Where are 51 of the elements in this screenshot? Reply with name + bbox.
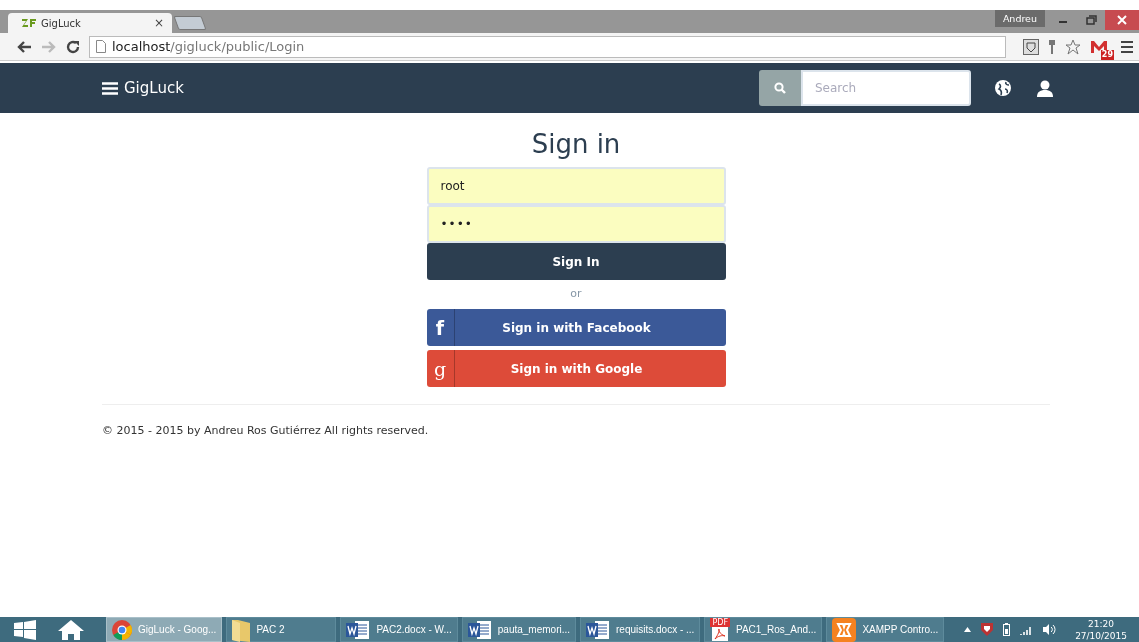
shield-icon[interactable] — [981, 623, 994, 636]
file-type-label: PDF — [710, 618, 730, 627]
document-icon — [467, 619, 492, 640]
google-sign-in-button[interactable]: g Sign in with Google — [426, 350, 726, 387]
signal-icon[interactable] — [1020, 624, 1034, 635]
taskbar-app-button[interactable]: requisits.docx - ... — [580, 617, 701, 642]
document-icon — [712, 627, 729, 641]
taskbar-app-button[interactable]: PAC2.docx - W... — [340, 617, 458, 642]
volume-icon[interactable] — [1043, 624, 1058, 635]
clock-time[interactable]: 21:20 — [1088, 617, 1115, 630]
password-field[interactable]: •••• — [426, 205, 726, 243]
reload-icon[interactable] — [66, 39, 80, 54]
shield-icon[interactable] — [1023, 38, 1039, 55]
search-icon — [774, 82, 786, 94]
address-bar[interactable]: localhost/gigluck/public/Login — [89, 35, 1006, 58]
browser-icon — [112, 619, 132, 640]
copyright-text: © 2015 - 2015 by Andreu Ros Gutiérrez All rights reserved. — [102, 404, 1050, 437]
page-title: Sign in — [531, 129, 621, 159]
close-tab-button[interactable]: × — [153, 17, 164, 29]
logo-icon — [22, 19, 36, 27]
document-icon — [346, 619, 371, 640]
taskbar-app-button[interactable]: PAC 2 — [226, 617, 337, 642]
document-icon — [586, 619, 611, 640]
tab-title: GigLuck — [41, 17, 81, 29]
key-icon[interactable] — [1048, 38, 1056, 55]
facebook-sign-in-button[interactable]: f Sign in with Facebook — [426, 309, 726, 346]
home-icon[interactable] — [58, 619, 84, 640]
new-tab-button[interactable] — [173, 16, 207, 30]
star-icon[interactable] — [1065, 38, 1081, 55]
battery-icon[interactable] — [1003, 623, 1011, 636]
close-icon[interactable] — [1105, 10, 1139, 30]
search-field[interactable]: Search — [801, 70, 971, 106]
user-icon[interactable] — [1037, 79, 1053, 97]
taskbar-app-button[interactable]: pauta_memori... — [461, 617, 577, 642]
page-icon — [96, 40, 106, 53]
browser-tab[interactable]: GigLuck × — [8, 13, 172, 33]
brand-link[interactable]: GigLuck — [102, 79, 184, 97]
taskbar-app-button[interactable]: XAMPP Contro... — [826, 617, 945, 642]
tray-arrow-icon[interactable] — [964, 627, 972, 632]
clock-date[interactable]: 27/10/2015 — [1075, 629, 1127, 642]
globe-icon[interactable] — [995, 80, 1011, 96]
separator-text: or — [569, 286, 583, 302]
profile-name[interactable]: Andreu — [994, 10, 1045, 27]
back-icon[interactable] — [16, 39, 32, 54]
windows-icon[interactable] — [14, 619, 36, 640]
username-field[interactable]: root — [426, 167, 726, 205]
menu-icon — [102, 81, 118, 95]
sign-in-button[interactable]: Sign In — [426, 243, 726, 280]
menu-icon[interactable] — [1121, 40, 1133, 53]
taskbar-app-button[interactable]: PDF PAC1_Ros_And... — [704, 617, 823, 642]
folder-icon — [232, 617, 251, 642]
